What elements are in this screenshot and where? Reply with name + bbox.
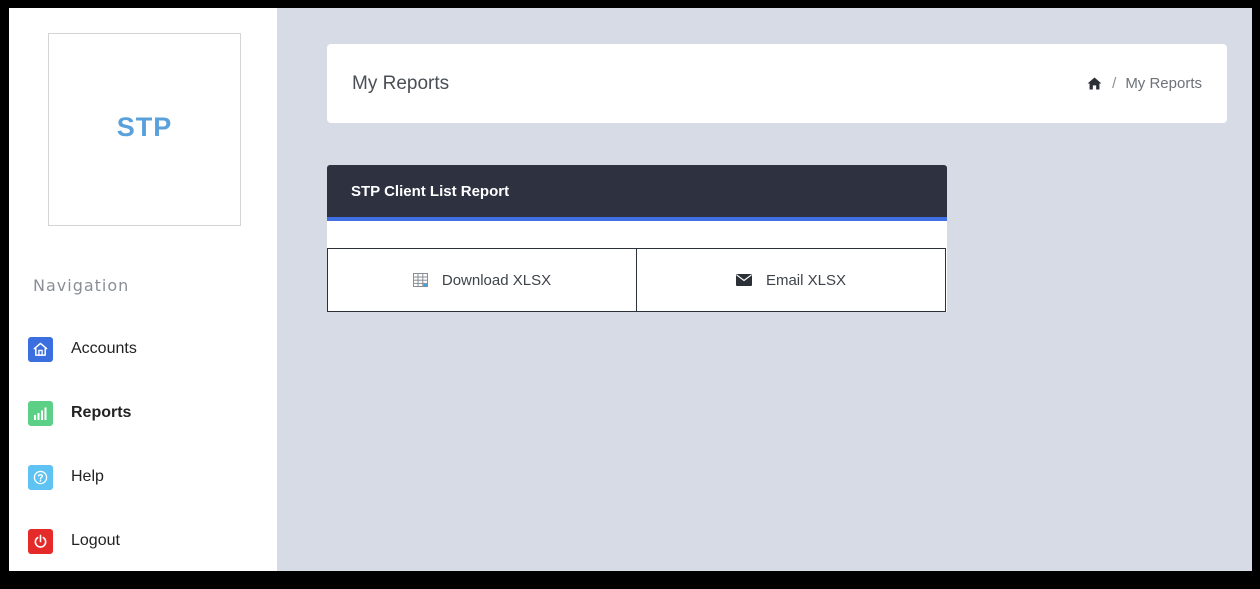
breadcrumb: / My Reports [1087,75,1202,92]
sidebar-item-help[interactable]: Help [28,461,137,493]
breadcrumb-separator: / [1112,75,1117,92]
home-icon[interactable] [1087,77,1102,90]
nav-heading: Navigation [33,276,130,295]
page-title: My Reports [352,72,450,94]
bar-chart-icon [28,400,53,426]
help-icon [28,464,53,490]
email-xlsx-button[interactable]: Email XLSX [637,248,946,312]
power-icon [28,528,53,554]
sidebar-item-label: Reports [71,404,132,421]
download-xlsx-label: Download XLSX [441,271,552,289]
page-header: My Reports / My Reports [327,44,1227,123]
main-content: My Reports / My Reports STP Client List … [277,8,1252,571]
sidebar-item-label: Logout [71,532,120,549]
home-icon [28,336,53,362]
envelope-icon [735,274,752,286]
sidebar-item-accounts[interactable]: Accounts [28,333,137,365]
sidebar-item-label: Accounts [71,340,137,357]
report-card: STP Client List Report Download XLSX Ema… [327,165,947,312]
sidebar-item-label: Help [71,468,104,485]
nav-list: Accounts Reports Help Logout [28,333,137,589]
app-frame: STP Navigation Accounts Reports Help Log… [9,8,1252,571]
report-actions: Download XLSX Email XLSX [327,248,947,312]
report-card-header: STP Client List Report [327,165,947,221]
sidebar-item-reports[interactable]: Reports [28,397,137,429]
report-card-body [327,221,947,248]
sidebar-item-logout[interactable]: Logout [28,525,137,557]
spreadsheet-icon [412,273,428,287]
breadcrumb-current: My Reports [1125,75,1202,92]
sidebar: STP Navigation Accounts Reports Help Log… [9,8,277,571]
download-xlsx-button[interactable]: Download XLSX [327,248,637,312]
logo[interactable]: STP [48,33,241,226]
report-title: STP Client List Report [351,182,510,200]
logo-text: STP [116,112,173,142]
email-xlsx-label: Email XLSX [765,271,847,289]
